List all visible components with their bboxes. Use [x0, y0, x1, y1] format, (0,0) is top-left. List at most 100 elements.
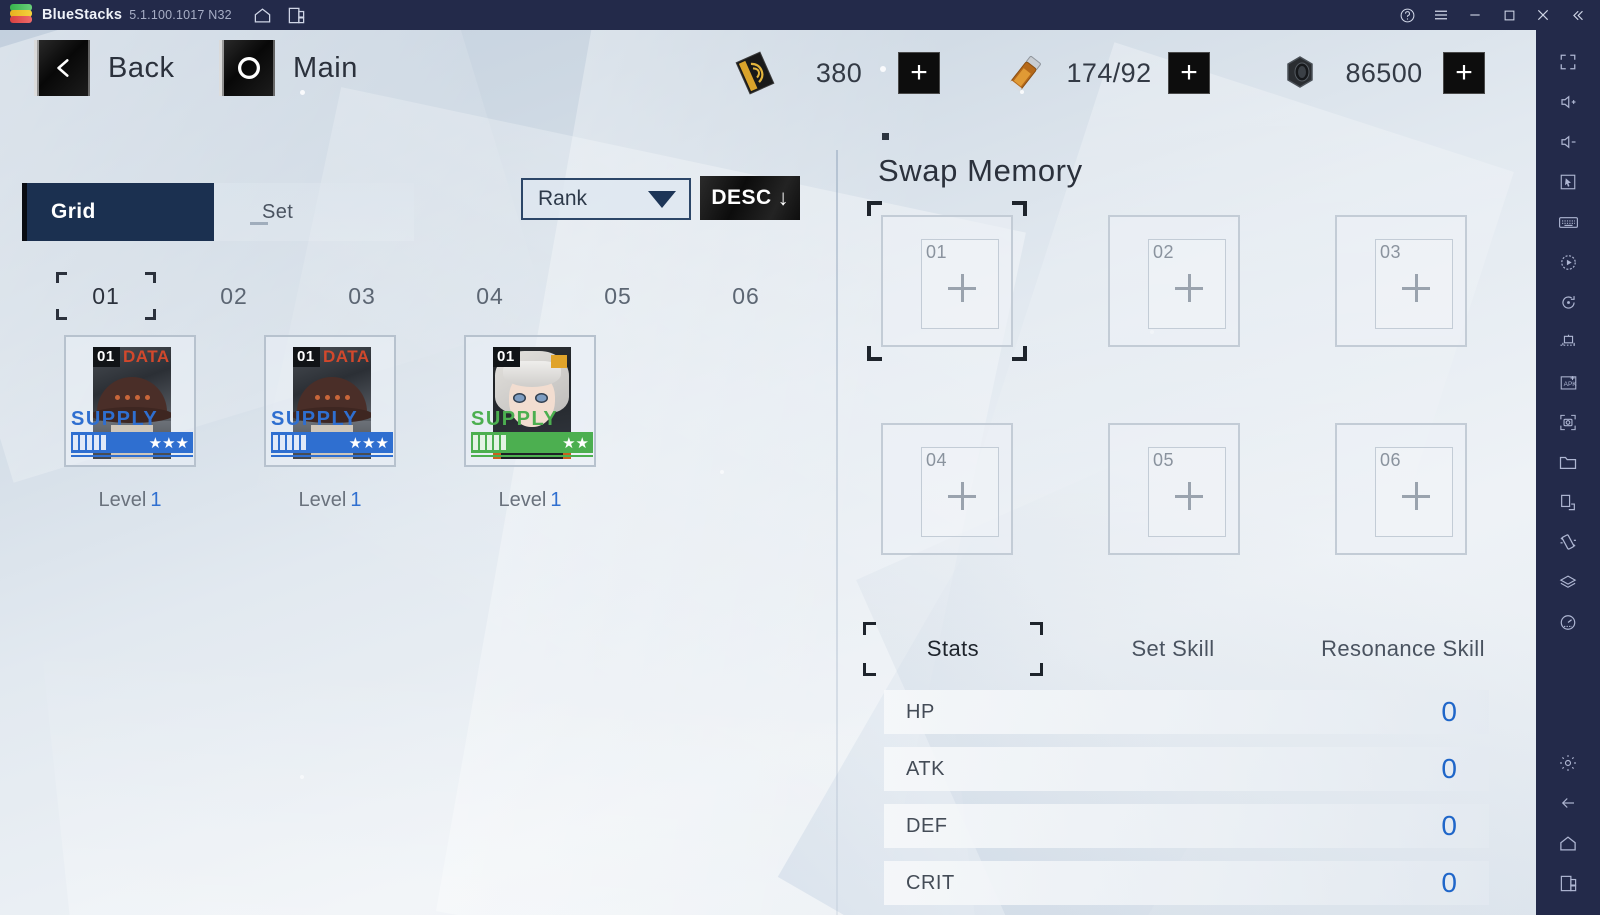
folder-icon[interactable]	[1536, 442, 1600, 482]
main-button[interactable]: Main	[219, 40, 358, 96]
tab-grid-label: Grid	[51, 200, 96, 223]
chevron-down-icon	[648, 190, 676, 208]
plus-icon	[1402, 482, 1430, 510]
stat-tab-set-skill[interactable]: Set Skill	[1093, 618, 1253, 680]
stat-tab-stats[interactable]: Stats	[858, 618, 1048, 680]
multi-instance-icon[interactable]	[280, 0, 314, 30]
memory-card[interactable]: 01 DATA SUPPLY ★★★ Level 1	[64, 335, 196, 512]
home-icon[interactable]	[246, 0, 280, 30]
home-icon[interactable]	[1536, 823, 1600, 863]
fullscreen-icon[interactable]	[1536, 42, 1600, 82]
sort-direction-button[interactable]: DESC ↓	[700, 176, 800, 220]
app-version: 5.1.100.1017 N32	[129, 8, 232, 22]
rarity-bar-underline	[271, 455, 393, 457]
stat-value: 0	[1441, 810, 1457, 841]
add-gold-card-button[interactable]: +	[898, 52, 940, 94]
minimize-icon[interactable]	[1458, 0, 1492, 30]
swap-slot-box: 05	[1108, 423, 1240, 555]
menu-icon[interactable]	[1424, 0, 1458, 30]
slot-tab-04[interactable]: 04	[426, 268, 554, 324]
stat-tab-resonance-skill[interactable]: Resonance Skill	[1278, 618, 1528, 680]
stat-name: ATK	[906, 757, 945, 780]
level-value: 1	[550, 489, 562, 511]
gold-card-value: 380	[815, 57, 863, 88]
slot-tab-06[interactable]: 06	[682, 268, 810, 324]
swap-slot-box: 04	[881, 423, 1013, 555]
rarity-bar-underline	[471, 455, 593, 457]
top-navigation: Back Main 380 + 174/92 + 86500 +	[0, 40, 1536, 120]
recents-icon[interactable]	[1536, 863, 1600, 903]
swap-slot-inner: 05	[1148, 447, 1226, 537]
maximize-icon[interactable]	[1492, 0, 1526, 30]
slot-tab-05[interactable]: 05	[554, 268, 682, 324]
apk-install-icon[interactable]: APK	[1536, 362, 1600, 402]
selection-bracket-icon	[867, 201, 882, 216]
gear-icon[interactable]	[1536, 743, 1600, 783]
level-value: 1	[150, 489, 162, 511]
swap-memory-panel: Swap Memory 01 02 03 04 05 06 Stats Set Skill R…	[838, 150, 1536, 915]
layers-icon[interactable]	[1536, 562, 1600, 602]
slot-tab-01[interactable]: 01	[42, 268, 170, 324]
tab-set-label: Set	[262, 200, 294, 223]
screenshot-icon[interactable]	[1536, 402, 1600, 442]
memory-card-stars: ★★★	[148, 434, 189, 452]
slot-tab-02[interactable]: 02	[170, 268, 298, 324]
back-button[interactable]: Back	[34, 40, 174, 96]
game-viewport: Back Main 380 + 174/92 + 86500 + Grid Se…	[0, 30, 1536, 915]
swap-slot-05[interactable]: 05	[1098, 413, 1250, 565]
swap-slot-01[interactable]: 01	[867, 201, 1027, 361]
stat-value: 0	[1441, 696, 1457, 727]
macro-record-icon[interactable]	[1536, 242, 1600, 282]
swap-slot-04[interactable]: 04	[871, 413, 1023, 565]
level-value: 1	[350, 489, 362, 511]
memory-card[interactable]: 01 DATA SUPPLY ★★★ Level 1	[264, 335, 396, 512]
swap-slot-inner: 04	[921, 447, 999, 537]
rotate-icon[interactable]	[1536, 282, 1600, 322]
swap-slot-06[interactable]: 06	[1325, 413, 1477, 565]
help-icon[interactable]	[1390, 0, 1424, 30]
selection-bracket-icon	[145, 309, 156, 320]
scroll-marker	[882, 133, 889, 140]
stat-tab-label: Stats	[926, 636, 980, 661]
svg-text:APK: APK	[1563, 381, 1577, 388]
collapse-icon[interactable]	[1560, 0, 1594, 30]
back-arrow-icon[interactable]	[1536, 783, 1600, 823]
shake-icon[interactable]	[1536, 522, 1600, 562]
add-bolt-button[interactable]: +	[1443, 52, 1485, 94]
swap-slot-box: 03	[1335, 215, 1467, 347]
plus-icon	[948, 274, 976, 302]
stat-tabs: Stats Set Skill Resonance Skill	[838, 618, 1536, 690]
tab-grid[interactable]: Grid	[22, 183, 214, 241]
keyboard-icon[interactable]	[1536, 202, 1600, 242]
swap-slot-inner: 02	[1148, 239, 1226, 329]
memory-card-rarity-bar: ★★★	[271, 432, 393, 453]
memory-card-level: Level 1	[464, 489, 596, 512]
panel-title: Swap Memory	[878, 153, 1083, 188]
tab-set[interactable]: Set	[214, 183, 414, 241]
memory-grid-panel: Grid Set Rank DESC ↓ 01 02 03 04 05 06 01 DATA…	[0, 150, 838, 915]
memory-card-rarity-label: SUPPLY	[271, 408, 359, 430]
volume-up-icon[interactable]	[1536, 82, 1600, 122]
sort-field-dropdown[interactable]: Rank	[521, 178, 691, 220]
performance-icon[interactable]	[1536, 602, 1600, 642]
slot-tab-03[interactable]: 03	[298, 268, 426, 324]
back-label: Back	[108, 51, 175, 84]
add-vial-button[interactable]: +	[1168, 52, 1210, 94]
memory-card-stars: ★★★	[348, 434, 389, 452]
swap-slot-02[interactable]: 02	[1098, 205, 1250, 357]
swap-slot-03[interactable]: 03	[1325, 205, 1477, 357]
multi-instance-manager-icon[interactable]	[1536, 322, 1600, 362]
close-icon[interactable]	[1526, 0, 1560, 30]
selection-bracket-icon	[1030, 663, 1043, 676]
screen-rotate-icon[interactable]	[1536, 482, 1600, 522]
memory-card-rarity-label: SUPPLY	[71, 408, 159, 430]
cursor-icon[interactable]	[1536, 162, 1600, 202]
volume-down-icon[interactable]	[1536, 122, 1600, 162]
memory-card-index-badge: 01	[93, 347, 120, 367]
slot-tab-label: 02	[220, 282, 248, 309]
sort-field-value: Rank	[538, 187, 588, 210]
memory-card[interactable]: 01 SUPPLY ★★ Level 1	[464, 335, 596, 512]
memory-card-type-label: DATA	[123, 347, 170, 366]
rarity-bar-segments	[273, 435, 306, 450]
selection-bracket-icon	[56, 272, 67, 283]
